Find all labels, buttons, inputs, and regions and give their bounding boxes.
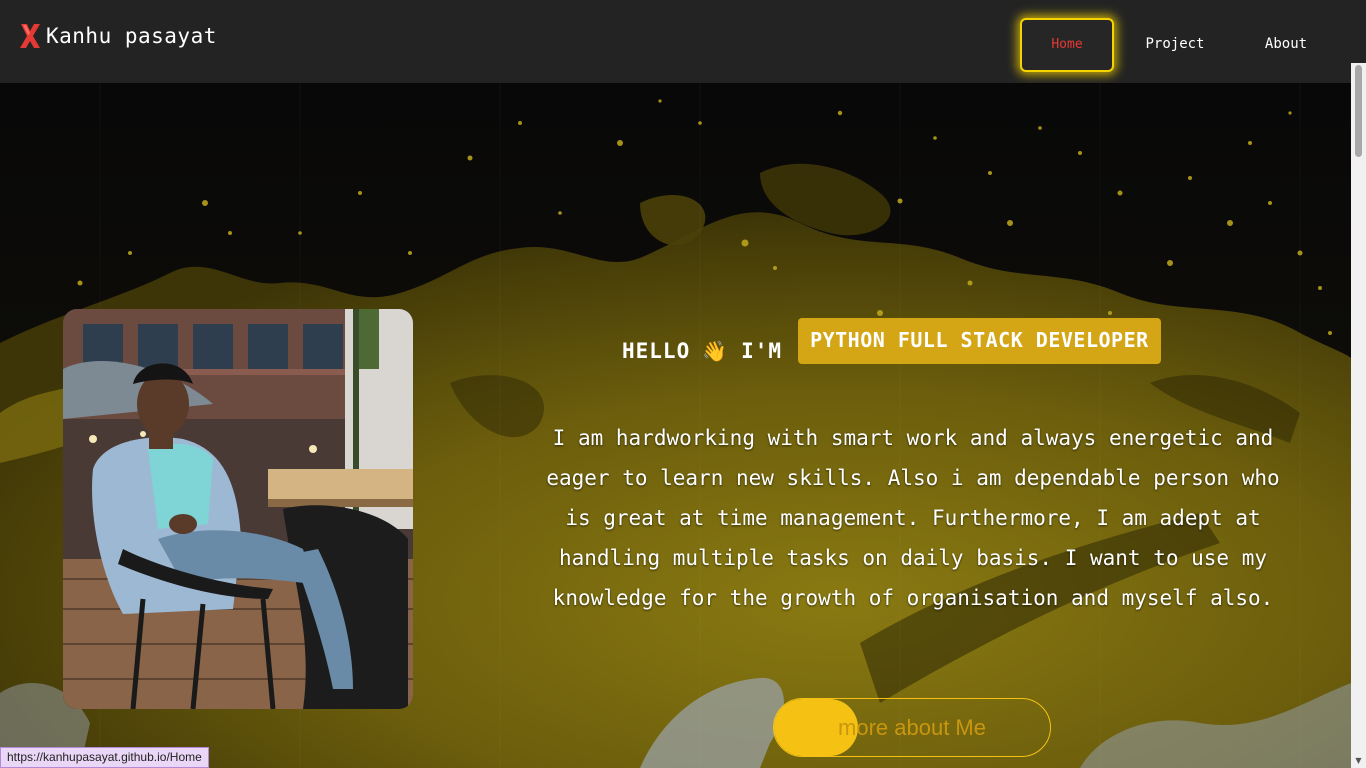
scroll-down-arrow-icon[interactable]: ▼: [1351, 754, 1366, 768]
wave-icon: 👋: [702, 339, 728, 363]
headline: HELLO 👋 I'M PYTHON FULL STACK DEVELOPER: [622, 318, 1161, 364]
brand-name: Kanhu pasayat: [46, 24, 217, 48]
profile-photo-illustration: [63, 309, 413, 709]
x-icon: [20, 24, 40, 48]
scroll-thumb[interactable]: [1355, 65, 1362, 157]
greeting-text: HELLO: [622, 339, 691, 363]
navbar: Kanhu pasayat Home Project About: [0, 0, 1366, 83]
role-badge: PYTHON FULL STACK DEVELOPER: [798, 318, 1161, 364]
more-about-me-button[interactable]: more about Me: [773, 698, 1051, 757]
nav-project-link[interactable]: Project: [1145, 18, 1205, 70]
profile-photo: [63, 309, 413, 709]
hero-description: I am hardworking with smart work and alw…: [546, 426, 1280, 610]
hero-section: HELLO 👋 I'M PYTHON FULL STACK DEVELOPER …: [0, 83, 1351, 768]
nav-about-link[interactable]: About: [1264, 18, 1308, 70]
page-scrollbar[interactable]: ▲ ▼: [1351, 63, 1366, 768]
brand[interactable]: Kanhu pasayat: [18, 22, 217, 50]
nav-home-link[interactable]: Home: [1020, 18, 1114, 72]
im-text: I'M: [741, 339, 783, 363]
status-bar-url: https://kanhupasayat.github.io/Home: [0, 747, 209, 768]
cta-label: more about Me: [838, 715, 986, 740]
